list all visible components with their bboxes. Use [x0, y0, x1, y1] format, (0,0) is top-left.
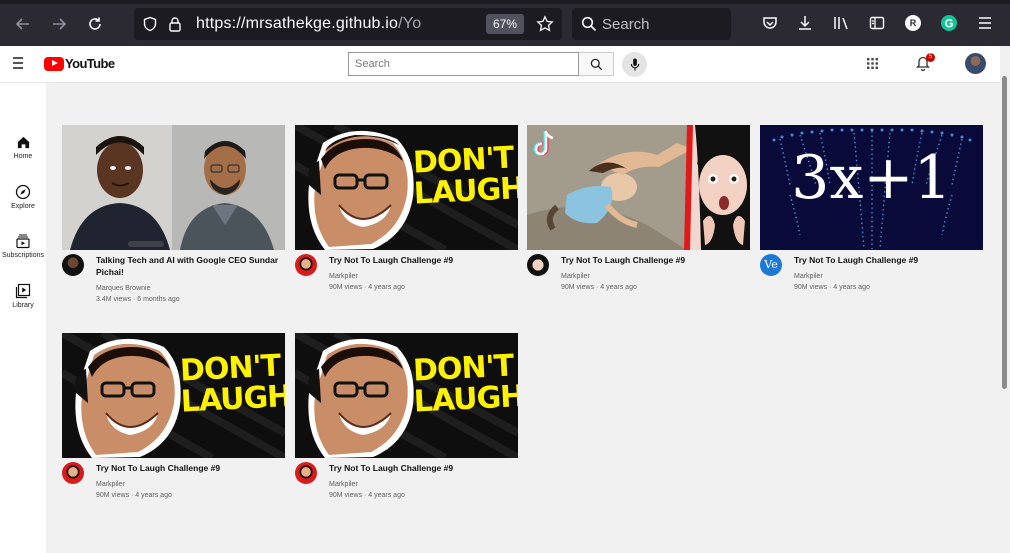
search-icon — [590, 58, 602, 70]
arrow-left-icon — [15, 18, 29, 30]
video-thumbnail[interactable] — [62, 125, 285, 250]
video-card[interactable]: DON'T LAUGH Try Not To Laugh Challenge #… — [295, 333, 518, 513]
video-stats: 90M views · 4 years ago — [329, 284, 405, 291]
reload-icon — [89, 17, 101, 30]
arrow-right-icon — [53, 18, 67, 30]
sidebar-item-subscriptions[interactable]: Subscriptions — [0, 233, 46, 259]
sidebar-toggle-icon[interactable] — [869, 15, 885, 31]
scrollbar-thumb[interactable] — [1002, 76, 1007, 389]
channel-name[interactable]: Markpiler — [329, 273, 358, 280]
browser-search-placeholder: Search — [602, 16, 650, 33]
channel-avatar[interactable] — [62, 254, 84, 276]
hamburger-menu-icon[interactable] — [977, 16, 993, 30]
shield-icon[interactable] — [142, 16, 158, 32]
microphone-icon — [630, 58, 639, 71]
youtube-page: YouTube 5 Home Explore Subscriptions — [0, 46, 1000, 553]
video-card[interactable]: Talking Tech and AI with Google CEO Sund… — [62, 125, 285, 305]
interview-thumbnail-art — [62, 125, 285, 250]
reload-button[interactable] — [80, 9, 110, 39]
youtube-logo-text: YouTube — [65, 56, 115, 71]
yt-sidebar: Home Explore Subscriptions Library — [0, 83, 46, 553]
channel-name[interactable]: Markpiler — [561, 273, 590, 280]
star-icon[interactable] — [536, 15, 554, 33]
video-stats: 90M views · 4 years ago — [96, 492, 172, 499]
yt-search-box[interactable] — [348, 52, 579, 76]
thumbnail-math-text: 3x+1 — [791, 143, 952, 213]
video-stats: 90M views · 4 years ago — [794, 284, 870, 291]
guide-menu-icon[interactable] — [13, 57, 29, 69]
video-title[interactable]: Try Not To Laugh Challenge #9 — [329, 462, 518, 474]
lock-icon[interactable] — [168, 16, 182, 32]
grammarly-extension-icon[interactable] — [941, 15, 957, 31]
channel-name[interactable]: Markpiler — [329, 481, 358, 488]
thumbnail-text-line2: LAUGH — [412, 378, 518, 420]
video-stats: 90M views · 4 years ago — [329, 492, 405, 499]
yt-search-button[interactable] — [579, 52, 614, 76]
thumbnail-text-line2: LAUGH — [179, 378, 285, 420]
channel-avatar[interactable] — [62, 462, 84, 484]
channel-avatar[interactable] — [527, 254, 549, 276]
sidebar-item-label: Home — [13, 153, 33, 160]
channel-avatar[interactable] — [295, 462, 317, 484]
sidebar-item-home[interactable]: Home — [0, 135, 46, 160]
video-title[interactable]: Try Not To Laugh Challenge #9 — [561, 254, 750, 266]
sidebar-item-library[interactable]: Library — [0, 283, 46, 309]
browser-search-bar[interactable]: Search — [572, 8, 731, 40]
channel-avatar[interactable] — [295, 254, 317, 276]
url-text[interactable]: https://mrsathekge.github.io/YoutubeFr — [196, 15, 421, 33]
back-button[interactable] — [8, 9, 38, 39]
account-avatar[interactable] — [965, 53, 986, 74]
video-card[interactable]: Try Not To Laugh Challenge #9 Markpiler … — [527, 125, 750, 305]
profile-avatar[interactable]: R — [905, 15, 921, 31]
tab-strip-edge — [0, 0, 1010, 4]
forward-button[interactable] — [44, 9, 74, 39]
yt-search-input[interactable] — [349, 53, 578, 75]
channel-name[interactable]: Markpiler — [96, 481, 125, 488]
video-thumbnail[interactable]: DON'T LAUGH — [295, 333, 518, 458]
video-thumbnail[interactable] — [527, 125, 750, 250]
thumbnail-text-line2: LAUGH — [412, 170, 518, 212]
pocket-icon[interactable] — [762, 15, 778, 31]
apps-grid-icon[interactable] — [866, 57, 879, 70]
video-title[interactable]: Try Not To Laugh Challenge #9 — [96, 462, 285, 474]
sidebar-item-label: Explore — [11, 203, 35, 210]
zoom-indicator[interactable]: 67% — [486, 14, 524, 34]
channel-avatar[interactable]: Ve — [760, 254, 782, 276]
page-scrollbar[interactable] — [1000, 46, 1010, 553]
search-icon — [581, 16, 597, 32]
browser-toolbar: https://mrsathekge.github.io/YoutubeFr 6… — [0, 0, 1010, 46]
home-icon — [17, 136, 29, 149]
video-stats: 3.4M views · 6 months ago — [96, 296, 180, 303]
channel-name[interactable]: Marques Brownie — [96, 285, 150, 292]
voice-search-button[interactable] — [622, 52, 647, 77]
yt-header: YouTube 5 — [0, 46, 1000, 83]
video-card[interactable]: DON'T LAUGH Try Not To Laugh Challenge #… — [62, 333, 285, 513]
video-thumbnail[interactable]: DON'T LAUGH — [62, 333, 285, 458]
subscriptions-icon — [16, 234, 30, 249]
compass-icon — [15, 184, 31, 200]
download-icon[interactable] — [797, 15, 813, 31]
youtube-play-icon — [44, 56, 64, 71]
tiktok-thumbnail-art — [527, 125, 750, 250]
video-card[interactable]: DON'T LAUGH Try Not To Laugh Challenge #… — [295, 125, 518, 305]
video-title[interactable]: Try Not To Laugh Challenge #9 — [794, 254, 983, 266]
video-card[interactable]: 3x+1 Ve Try Not To Laugh Challenge #9 Ma… — [760, 125, 983, 305]
youtube-logo[interactable]: YouTube — [44, 56, 115, 71]
notification-count-badge: 5 — [926, 53, 935, 62]
channel-name[interactable]: Markpiler — [794, 273, 823, 280]
sidebar-item-label: Subscriptions — [1, 252, 45, 259]
video-thumbnail[interactable]: 3x+1 — [760, 125, 983, 250]
video-stats: 90M views · 4 years ago — [561, 284, 637, 291]
address-bar[interactable]: https://mrsathekge.github.io/YoutubeFr 6… — [134, 8, 562, 40]
video-title[interactable]: Talking Tech and AI with Google CEO Sund… — [96, 254, 285, 278]
video-thumbnail[interactable]: DON'T LAUGH — [295, 125, 518, 250]
video-title[interactable]: Try Not To Laugh Challenge #9 — [329, 254, 518, 266]
library-icon — [15, 283, 31, 299]
sidebar-item-explore[interactable]: Explore — [0, 184, 46, 210]
video-grid: Talking Tech and AI with Google CEO Sund… — [46, 83, 1000, 553]
sidebar-item-label: Library — [12, 302, 34, 309]
library-shelf-icon[interactable] — [833, 15, 849, 31]
